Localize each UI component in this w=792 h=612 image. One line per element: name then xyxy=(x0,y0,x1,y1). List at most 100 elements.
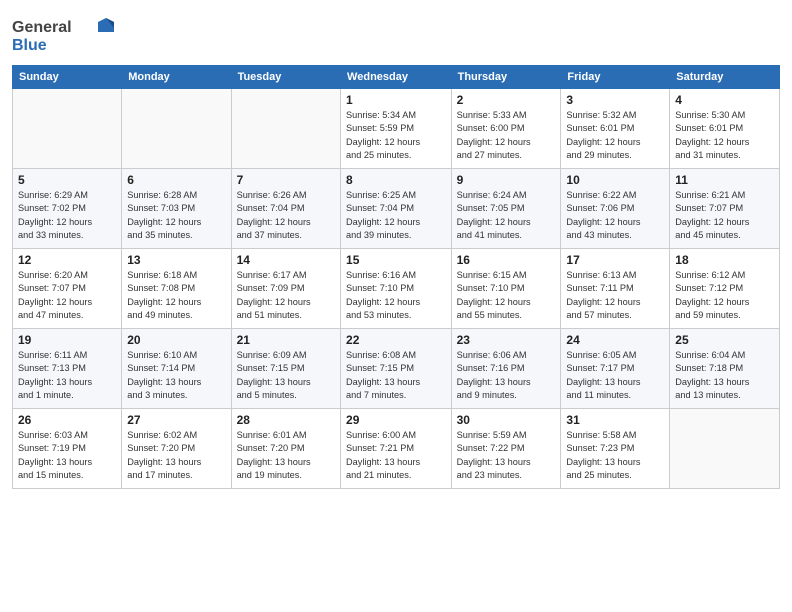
day-number: 28 xyxy=(237,413,335,427)
day-number: 25 xyxy=(675,333,774,347)
weekday-header-monday: Monday xyxy=(122,66,231,89)
day-number: 16 xyxy=(457,253,556,267)
day-number: 5 xyxy=(18,173,116,187)
day-info: Sunrise: 5:34 AMSunset: 5:59 PMDaylight:… xyxy=(346,109,446,162)
day-number: 13 xyxy=(127,253,225,267)
calendar-cell: 2Sunrise: 5:33 AMSunset: 6:00 PMDaylight… xyxy=(451,89,561,169)
calendar-cell: 10Sunrise: 6:22 AMSunset: 7:06 PMDayligh… xyxy=(561,169,670,249)
day-info: Sunrise: 6:02 AMSunset: 7:20 PMDaylight:… xyxy=(127,429,225,482)
weekday-header-saturday: Saturday xyxy=(670,66,780,89)
calendar-cell: 21Sunrise: 6:09 AMSunset: 7:15 PMDayligh… xyxy=(231,329,340,409)
logo-text: General Blue xyxy=(12,14,122,61)
calendar-cell: 26 Sunrise: 6:03 AMSunset: 7:19 PMDayligh… xyxy=(13,409,122,489)
day-info: Sunrise: 6:15 AMSunset: 7:10 PMDaylight:… xyxy=(457,269,556,322)
weekday-header-wednesday: Wednesday xyxy=(341,66,452,89)
day-number: 24 xyxy=(566,333,664,347)
day-info: Sunrise: 6:08 AMSunset: 7:15 PMDaylight:… xyxy=(346,349,446,402)
day-info: Sunrise: 6:21 AMSunset: 7:07 PMDaylight:… xyxy=(675,189,774,242)
calendar-cell: 19 Sunrise: 6:11 AMSunset: 7:13 PMDayligh… xyxy=(13,329,122,409)
day-info: Sunrise: 6:01 AMSunset: 7:20 PMDaylight:… xyxy=(237,429,335,482)
svg-text:Blue: Blue xyxy=(12,37,47,54)
day-number: 3 xyxy=(566,93,664,107)
day-number: 18 xyxy=(675,253,774,267)
calendar-cell: 30 Sunrise: 5:59 AMSunset: 7:22 PMDayligh… xyxy=(451,409,561,489)
day-info: Sunrise: 6:25 AMSunset: 7:04 PMDaylight:… xyxy=(346,189,446,242)
day-number: 15 xyxy=(346,253,446,267)
day-info: Sunrise: 6:03 AMSunset: 7:19 PMDaylight:… xyxy=(18,429,116,482)
day-info: Sunrise: 6:10 AMSunset: 7:14 PMDaylight:… xyxy=(127,349,225,402)
week-row-1: 1 Sunrise: 5:34 AMSunset: 5:59 PMDaylight… xyxy=(13,89,780,169)
day-number: 19 xyxy=(18,333,116,347)
calendar-cell: 12 Sunrise: 6:20 AMSunset: 7:07 PMDayligh… xyxy=(13,249,122,329)
day-info: Sunrise: 6:00 AMSunset: 7:21 PMDaylight:… xyxy=(346,429,446,482)
day-info: Sunrise: 6:16 AMSunset: 7:10 PMDaylight:… xyxy=(346,269,446,322)
day-number: 12 xyxy=(18,253,116,267)
day-number: 11 xyxy=(675,173,774,187)
day-info: Sunrise: 6:24 AMSunset: 7:05 PMDaylight:… xyxy=(457,189,556,242)
day-number: 17 xyxy=(566,253,664,267)
calendar-cell: 7Sunrise: 6:26 AMSunset: 7:04 PMDaylight… xyxy=(231,169,340,249)
day-info: Sunrise: 6:29 AMSunset: 7:02 PMDaylight:… xyxy=(18,189,116,242)
page-container: General Blue SundayMondayTuesdayWednesda… xyxy=(0,0,792,497)
calendar-cell: 8Sunrise: 6:25 AMSunset: 7:04 PMDaylight… xyxy=(341,169,452,249)
day-number: 26 xyxy=(18,413,116,427)
calendar-cell: 18 Sunrise: 6:12 AMSunset: 7:12 PMDayligh… xyxy=(670,249,780,329)
calendar-cell: 15 Sunrise: 6:16 AMSunset: 7:10 PMDayligh… xyxy=(341,249,452,329)
day-info: Sunrise: 5:30 AMSunset: 6:01 PMDaylight:… xyxy=(675,109,774,162)
day-info: Sunrise: 6:05 AMSunset: 7:17 PMDaylight:… xyxy=(566,349,664,402)
day-info: Sunrise: 6:12 AMSunset: 7:12 PMDaylight:… xyxy=(675,269,774,322)
calendar-cell: 28 Sunrise: 6:01 AMSunset: 7:20 PMDayligh… xyxy=(231,409,340,489)
day-info: Sunrise: 6:20 AMSunset: 7:07 PMDaylight:… xyxy=(18,269,116,322)
day-number: 20 xyxy=(127,333,225,347)
calendar-cell: 27 Sunrise: 6:02 AMSunset: 7:20 PMDayligh… xyxy=(122,409,231,489)
calendar-cell: 9 Sunrise: 6:24 AMSunset: 7:05 PMDaylight… xyxy=(451,169,561,249)
calendar-cell: 1 Sunrise: 5:34 AMSunset: 5:59 PMDaylight… xyxy=(341,89,452,169)
calendar-cell xyxy=(122,89,231,169)
day-info: Sunrise: 6:04 AMSunset: 7:18 PMDaylight:… xyxy=(675,349,774,402)
week-row-2: 5 Sunrise: 6:29 AMSunset: 7:02 PMDaylight… xyxy=(13,169,780,249)
calendar-cell: 13 Sunrise: 6:18 AMSunset: 7:08 PMDayligh… xyxy=(122,249,231,329)
calendar-cell: 25 Sunrise: 6:04 AMSunset: 7:18 PMDayligh… xyxy=(670,329,780,409)
day-number: 4 xyxy=(675,93,774,107)
day-info: Sunrise: 5:33 AMSunset: 6:00 PMDaylight:… xyxy=(457,109,556,162)
calendar-cell: 23 Sunrise: 6:06 AMSunset: 7:16 PMDayligh… xyxy=(451,329,561,409)
day-number: 23 xyxy=(457,333,556,347)
day-info: Sunrise: 6:22 AMSunset: 7:06 PMDaylight:… xyxy=(566,189,664,242)
day-info: Sunrise: 5:32 AMSunset: 6:01 PMDaylight:… xyxy=(566,109,664,162)
day-number: 27 xyxy=(127,413,225,427)
day-number: 31 xyxy=(566,413,664,427)
weekday-header-tuesday: Tuesday xyxy=(231,66,340,89)
day-info: Sunrise: 6:17 AMSunset: 7:09 PMDaylight:… xyxy=(237,269,335,322)
day-number: 9 xyxy=(457,173,556,187)
day-number: 14 xyxy=(237,253,335,267)
calendar-cell: 16 Sunrise: 6:15 AMSunset: 7:10 PMDayligh… xyxy=(451,249,561,329)
day-number: 30 xyxy=(457,413,556,427)
calendar-cell: 24 Sunrise: 6:05 AMSunset: 7:17 PMDayligh… xyxy=(561,329,670,409)
day-info: Sunrise: 6:18 AMSunset: 7:08 PMDaylight:… xyxy=(127,269,225,322)
weekday-header-friday: Friday xyxy=(561,66,670,89)
day-number: 29 xyxy=(346,413,446,427)
weekday-header-thursday: Thursday xyxy=(451,66,561,89)
day-info: Sunrise: 6:11 AMSunset: 7:13 PMDaylight:… xyxy=(18,349,116,402)
day-number: 1 xyxy=(346,93,446,107)
calendar-cell: 11 Sunrise: 6:21 AMSunset: 7:07 PMDayligh… xyxy=(670,169,780,249)
calendar-cell: 31Sunrise: 5:58 AMSunset: 7:23 PMDayligh… xyxy=(561,409,670,489)
calendar-cell: 4 Sunrise: 5:30 AMSunset: 6:01 PMDaylight… xyxy=(670,89,780,169)
calendar-cell: 5 Sunrise: 6:29 AMSunset: 7:02 PMDaylight… xyxy=(13,169,122,249)
calendar-cell: 22Sunrise: 6:08 AMSunset: 7:15 PMDayligh… xyxy=(341,329,452,409)
week-row-4: 19 Sunrise: 6:11 AMSunset: 7:13 PMDayligh… xyxy=(13,329,780,409)
day-info: Sunrise: 5:59 AMSunset: 7:22 PMDaylight:… xyxy=(457,429,556,482)
day-info: Sunrise: 6:06 AMSunset: 7:16 PMDaylight:… xyxy=(457,349,556,402)
calendar-cell: 6 Sunrise: 6:28 AMSunset: 7:03 PMDaylight… xyxy=(122,169,231,249)
calendar-cell xyxy=(13,89,122,169)
logo: General Blue xyxy=(12,14,122,61)
day-number: 21 xyxy=(237,333,335,347)
calendar-cell: 3 Sunrise: 5:32 AMSunset: 6:01 PMDaylight… xyxy=(561,89,670,169)
day-number: 6 xyxy=(127,173,225,187)
day-number: 7 xyxy=(237,173,335,187)
calendar-cell xyxy=(670,409,780,489)
calendar-cell: 14 Sunrise: 6:17 AMSunset: 7:09 PMDayligh… xyxy=(231,249,340,329)
calendar-cell: 17Sunrise: 6:13 AMSunset: 7:11 PMDayligh… xyxy=(561,249,670,329)
day-info: Sunrise: 6:28 AMSunset: 7:03 PMDaylight:… xyxy=(127,189,225,242)
weekday-header-row: SundayMondayTuesdayWednesdayThursdayFrid… xyxy=(13,66,780,89)
